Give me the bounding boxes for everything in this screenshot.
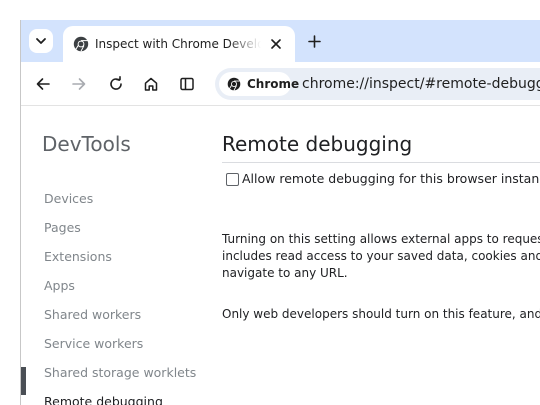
browser-window: Inspect with Chrome Developer Tools — [20, 20, 540, 405]
warning-text-line-2: includes read access to your saved data,… — [222, 249, 540, 263]
sidebar-title: DevTools — [42, 132, 131, 156]
page-content: DevTools Devices Pages Extensions Apps S… — [21, 107, 540, 405]
new-tab-button[interactable] — [304, 31, 324, 51]
selected-nav-indicator — [21, 367, 26, 395]
warning-text-line-1: Turning on this setting allows external … — [222, 232, 540, 246]
nav-item-extensions[interactable]: Extensions — [44, 249, 112, 265]
nav-item-apps[interactable]: Apps — [44, 278, 75, 294]
tab-title: Inspect with Chrome Developer Tools — [95, 37, 261, 51]
chrome-favicon-icon — [73, 36, 89, 52]
address-bar[interactable]: Chrome chrome://inspect/#remote-debuggin… — [215, 68, 540, 100]
reload-button[interactable] — [104, 72, 128, 96]
home-button[interactable] — [139, 72, 163, 96]
tab-search-button[interactable] — [29, 29, 53, 53]
remote-debugging-checkbox[interactable] — [226, 173, 239, 186]
side-panel-button[interactable] — [175, 72, 199, 96]
page-info-chip[interactable]: Chrome — [219, 72, 299, 96]
nav-item-remote-debugging[interactable]: Remote debugging — [44, 394, 163, 405]
close-icon — [271, 39, 281, 49]
home-icon — [144, 77, 158, 91]
url-text[interactable]: chrome://inspect/#remote-debugging — [302, 75, 540, 93]
reload-icon — [110, 76, 122, 90]
side-panel-icon — [180, 77, 194, 91]
toolbar: Chrome chrome://inspect/#remote-debuggin… — [21, 62, 540, 106]
chrome-logo-icon — [227, 77, 241, 91]
tab-close-button[interactable] — [267, 35, 285, 53]
back-button[interactable] — [31, 72, 55, 96]
nav-item-service-workers[interactable]: Service workers — [44, 336, 143, 352]
warning-text-line-3: navigate to any URL. — [222, 266, 348, 280]
plus-icon — [307, 34, 321, 48]
developer-note-text: Only web developers should turn on this … — [222, 307, 540, 321]
arrow-right-icon — [72, 78, 86, 90]
chevron-down-icon — [36, 38, 46, 44]
page-title: Remote debugging — [222, 132, 413, 156]
forward-button[interactable] — [67, 72, 91, 96]
nav-item-pages[interactable]: Pages — [44, 220, 81, 236]
tab-strip: Inspect with Chrome Developer Tools — [21, 20, 540, 62]
remote-debugging-checkbox-label[interactable]: Allow remote debugging for this browser … — [242, 171, 540, 187]
nav-item-devices[interactable]: Devices — [44, 191, 93, 207]
active-tab[interactable]: Inspect with Chrome Developer Tools — [63, 26, 295, 62]
nav-item-shared-workers[interactable]: Shared workers — [44, 307, 141, 323]
nav-item-shared-storage-worklets[interactable]: Shared storage worklets — [44, 365, 196, 381]
arrow-left-icon — [36, 78, 50, 90]
title-divider — [222, 162, 540, 163]
chip-label: Chrome — [247, 77, 300, 91]
